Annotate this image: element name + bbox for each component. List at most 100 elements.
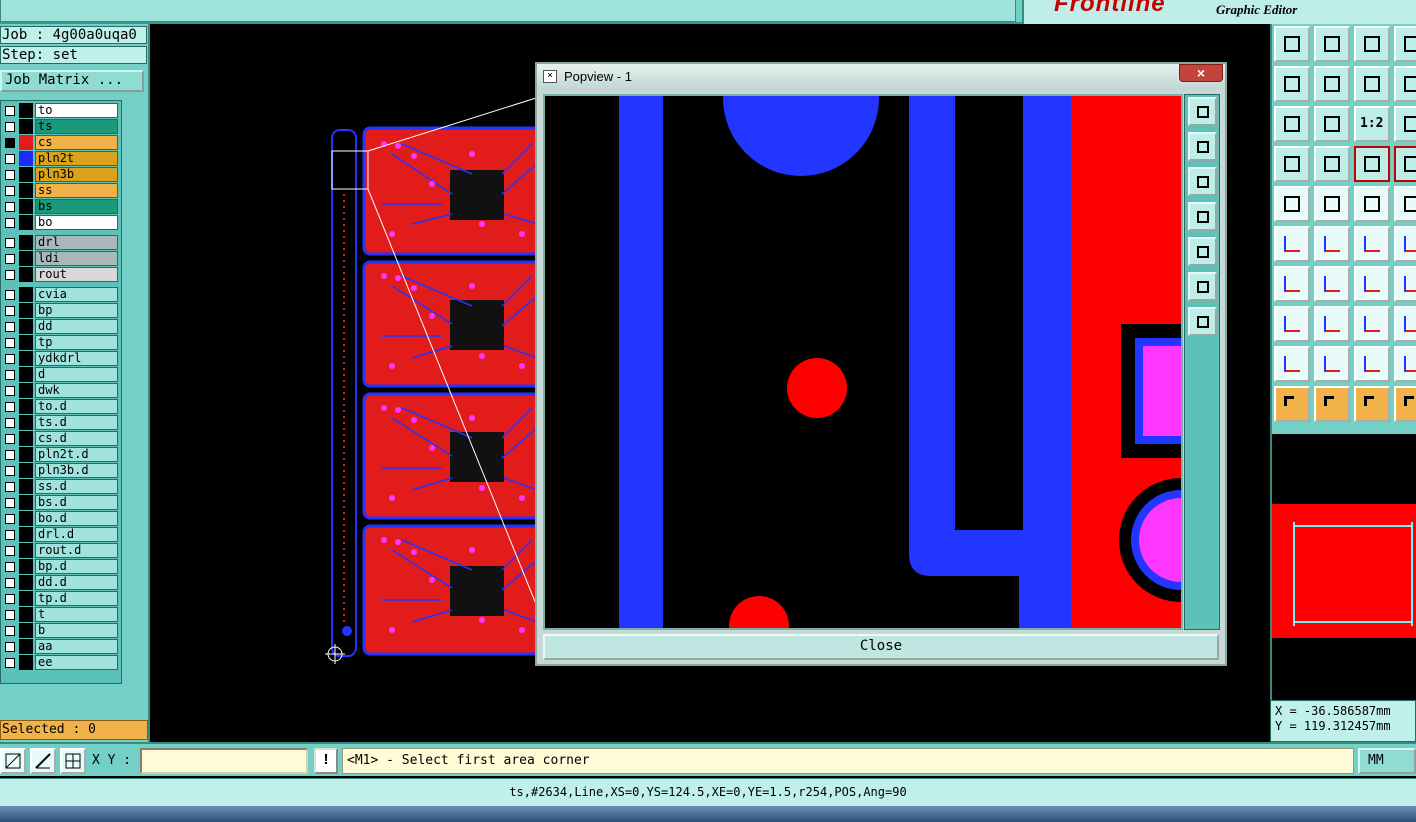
layer-color-swatch[interactable]: [19, 167, 33, 182]
layer-name[interactable]: ts: [35, 119, 118, 134]
layer-checkbox[interactable]: [5, 154, 15, 164]
layer-row[interactable]: drl.d: [1, 527, 119, 543]
layer-row[interactable]: ydkdrl: [1, 351, 119, 367]
layer-row[interactable]: cs.d: [1, 431, 119, 447]
grid-snap-icon[interactable]: [60, 748, 86, 774]
layer-color-swatch[interactable]: [19, 183, 33, 198]
layer-checkbox[interactable]: [5, 594, 15, 604]
ruler-icon[interactable]: [1354, 186, 1390, 222]
layer-row[interactable]: t: [1, 607, 119, 623]
window-icon[interactable]: [1394, 26, 1416, 62]
layer-row[interactable]: ee: [1, 655, 119, 671]
layer-checkbox[interactable]: [5, 546, 15, 556]
layer-checkbox[interactable]: [5, 610, 15, 620]
layer-name[interactable]: bs.d: [35, 495, 118, 510]
layer-color-swatch[interactable]: [19, 287, 33, 302]
layer-checkbox[interactable]: [5, 386, 15, 396]
layer-checkbox[interactable]: [5, 170, 15, 180]
snap-icon[interactable]: [1274, 186, 1310, 222]
shape-icon[interactable]: [1394, 306, 1416, 342]
layer-checkbox[interactable]: [5, 106, 15, 116]
job-matrix-button[interactable]: Job Matrix ...: [0, 70, 144, 92]
select-edit-icon[interactable]: [1354, 386, 1390, 422]
layer-row[interactable]: b: [1, 623, 119, 639]
layer-checkbox[interactable]: [5, 498, 15, 508]
layer-checkbox[interactable]: [5, 254, 15, 264]
layer-checkbox[interactable]: [5, 270, 15, 280]
layer-checkbox[interactable]: [5, 562, 15, 572]
angle3-icon[interactable]: [1354, 346, 1390, 382]
overview-map[interactable]: [1270, 434, 1416, 700]
layer-row[interactable]: bo.d: [1, 511, 119, 527]
layer-name[interactable]: ss.d: [35, 479, 118, 494]
select-icon[interactable]: [1274, 386, 1310, 422]
layer-name[interactable]: bo: [35, 215, 118, 230]
layer-row[interactable]: dwk: [1, 383, 119, 399]
layer-name[interactable]: ss: [35, 183, 118, 198]
layer-checkbox[interactable]: [5, 370, 15, 380]
units-button[interactable]: MM: [1358, 748, 1416, 774]
layer-name[interactable]: ts.d: [35, 415, 118, 430]
layer-color-swatch[interactable]: [19, 591, 33, 606]
layer-color-swatch[interactable]: [19, 463, 33, 478]
layer-row[interactable]: bs: [1, 199, 119, 215]
zoom-home-icon[interactable]: [1188, 307, 1217, 336]
layer-checkbox[interactable]: [5, 658, 15, 668]
layer-row[interactable]: to.d: [1, 399, 119, 415]
bracket-icon[interactable]: [1394, 266, 1416, 302]
layer-checkbox[interactable]: [5, 238, 15, 248]
angle4-icon[interactable]: [1394, 346, 1416, 382]
tool-palette-icon[interactable]: [1274, 146, 1310, 182]
layer-name[interactable]: bo.d: [35, 511, 118, 526]
layer-checkbox[interactable]: [5, 122, 15, 132]
popview-close-button[interactable]: Close: [543, 634, 1219, 660]
layer-row[interactable]: pln2t: [1, 151, 119, 167]
layer-name[interactable]: bs: [35, 199, 118, 214]
fit-icon[interactable]: [1188, 272, 1217, 301]
select-box-icon[interactable]: [1314, 386, 1350, 422]
layer-name[interactable]: pln2t: [35, 151, 118, 166]
layer-name[interactable]: rout: [35, 267, 118, 282]
layer-color-swatch[interactable]: [19, 151, 33, 166]
layer-name[interactable]: pln3b.d: [35, 463, 118, 478]
layer-name[interactable]: dwk: [35, 383, 118, 398]
layer-row[interactable]: rout.d: [1, 543, 119, 559]
layer-color-swatch[interactable]: [19, 135, 33, 150]
layer-name[interactable]: rout.d: [35, 543, 118, 558]
popview-window[interactable]: × Popview - 1 × Close: [535, 62, 1227, 666]
measure-pad-icon[interactable]: [1314, 146, 1350, 182]
layer-color-swatch[interactable]: [19, 267, 33, 282]
redraw-icon[interactable]: [1394, 66, 1416, 102]
layer-name[interactable]: dd.d: [35, 575, 118, 590]
resize-icon[interactable]: [1354, 306, 1390, 342]
layer-checkbox[interactable]: [5, 466, 15, 476]
layer-name[interactable]: t: [35, 607, 118, 622]
layer-checkbox[interactable]: [5, 418, 15, 428]
layer-row[interactable]: bs.d: [1, 495, 119, 511]
layer-row[interactable]: cs: [1, 135, 119, 151]
layer-row[interactable]: bo: [1, 215, 119, 231]
edit-line-icon[interactable]: [30, 748, 56, 774]
layer-color-swatch[interactable]: [19, 607, 33, 622]
layer-checkbox[interactable]: [5, 306, 15, 316]
zoom-out-icon[interactable]: [1188, 167, 1217, 196]
cross-icon[interactable]: [1314, 226, 1350, 262]
layer-color-swatch[interactable]: [19, 319, 33, 334]
xy-input[interactable]: [140, 748, 308, 774]
layer-name[interactable]: pln2t.d: [35, 447, 118, 462]
layer-name[interactable]: cs: [35, 135, 118, 150]
layer-checkbox[interactable]: [5, 402, 15, 412]
layer-name[interactable]: cs.d: [35, 431, 118, 446]
layer-color-swatch[interactable]: [19, 383, 33, 398]
layer-color-swatch[interactable]: [19, 235, 33, 250]
layer-row[interactable]: ss: [1, 183, 119, 199]
connect-icon[interactable]: [1274, 226, 1310, 262]
alert-button[interactable]: !: [314, 748, 338, 774]
pan-right-icon[interactable]: [1188, 237, 1217, 266]
snap-line-icon[interactable]: [1314, 186, 1350, 222]
layer-color-swatch[interactable]: [19, 479, 33, 494]
layer-name[interactable]: b: [35, 623, 118, 638]
layer-row[interactable]: d: [1, 367, 119, 383]
pan-right-icon[interactable]: [1314, 66, 1350, 102]
zoom-up-icon[interactable]: [1274, 26, 1310, 62]
